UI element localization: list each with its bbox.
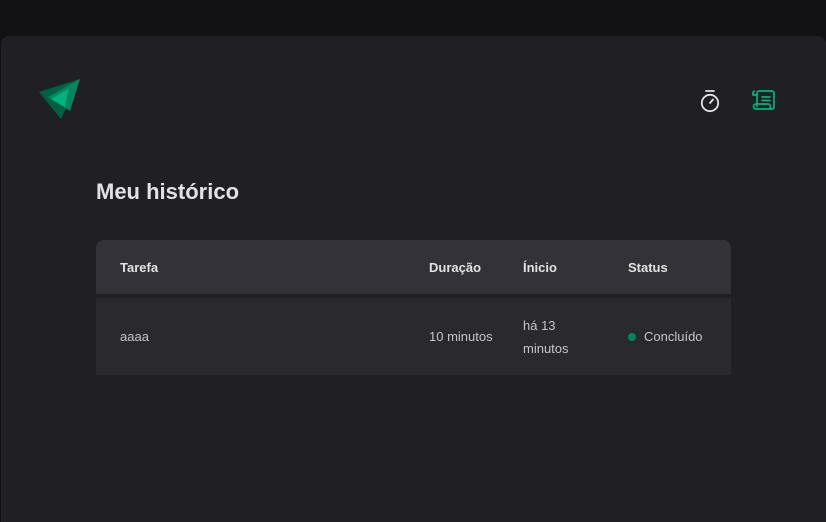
header (1, 36, 826, 156)
column-header-status: Status (604, 240, 731, 296)
scroll-icon (752, 90, 775, 110)
nav-timer-button[interactable] (693, 87, 727, 115)
table-header-row: Tarefa Duração Ínicio Status (96, 240, 731, 296)
page-title: Meu histórico (96, 179, 240, 204)
column-header-duration: Duração (405, 240, 499, 296)
header-nav (693, 87, 781, 115)
cell-status: Concluído (604, 294, 731, 375)
status-label: Concluído (644, 329, 703, 344)
history-table: Tarefa Duração Ínicio Status aaaa 10 min… (96, 240, 731, 375)
logo-icon[interactable] (39, 79, 81, 119)
column-header-task: Tarefa (96, 240, 405, 296)
cell-start: há 13 minutos (499, 294, 604, 375)
history-table-container: Tarefa Duração Ínicio Status aaaa 10 min… (96, 240, 731, 375)
timer-icon (700, 90, 720, 113)
nav-history-button[interactable] (747, 87, 781, 115)
app-window: Meu histórico Tarefa Duração Ínicio Stat… (1, 36, 826, 522)
cell-task: aaaa (96, 294, 405, 375)
table-row: aaaa 10 minutos há 13 minutos Concluído (96, 294, 731, 375)
column-header-start: Ínicio (499, 240, 604, 296)
cell-duration: 10 minutos (405, 294, 499, 375)
status-dot-icon (628, 332, 636, 341)
